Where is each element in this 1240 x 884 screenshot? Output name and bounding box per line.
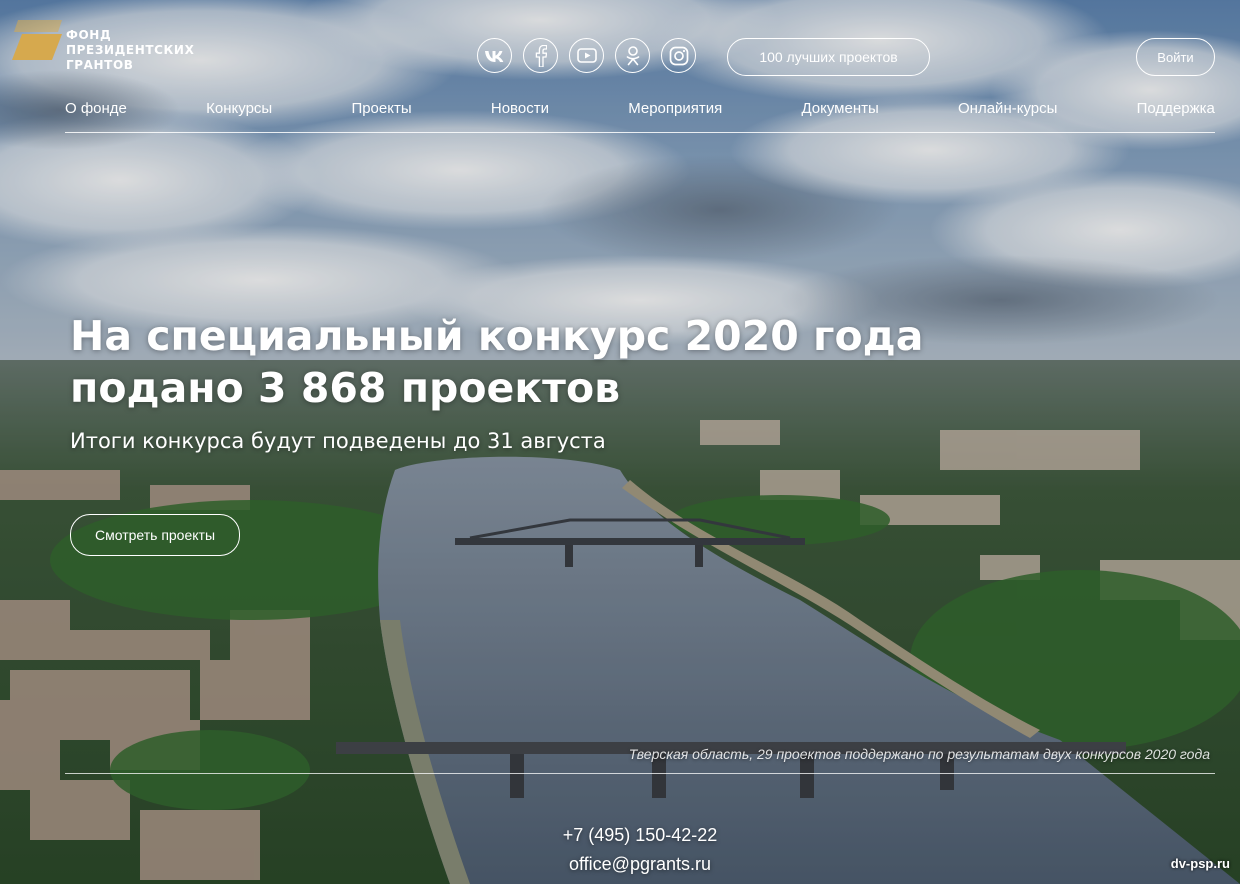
watermark: dv-psp.ru: [1170, 856, 1230, 871]
facebook-icon: [535, 44, 547, 67]
nav-item-projects[interactable]: Проекты: [351, 100, 411, 117]
nav-item-contests[interactable]: Конкурсы: [206, 100, 272, 117]
hero-subtitle: Итоги конкурса будут подведены до 31 авг…: [70, 429, 606, 453]
facebook-link[interactable]: [523, 38, 558, 73]
youtube-icon: [576, 48, 597, 63]
login-button[interactable]: Войти: [1136, 38, 1215, 76]
footer-divider: [65, 773, 1215, 774]
best-projects-button[interactable]: 100 лучших проектов: [727, 38, 930, 76]
nav-item-events[interactable]: Мероприятия: [628, 100, 722, 117]
photo-caption: Тверская область, 29 проектов поддержано…: [628, 746, 1210, 762]
nav-item-online-courses[interactable]: Онлайн-курсы: [958, 100, 1057, 117]
hero-title: На специальный конкурс 2020 года подано …: [70, 310, 930, 414]
phone-link[interactable]: +7 (495) 150-42-22: [563, 825, 718, 845]
email-link[interactable]: office@pgrants.ru: [569, 854, 711, 874]
vk-link[interactable]: [477, 38, 512, 73]
view-projects-button[interactable]: Смотреть проекты: [70, 514, 240, 556]
logo-mark-icon: [12, 20, 62, 60]
instagram-icon: [669, 46, 688, 65]
hero-title-line-2: подано 3 868 проектов: [70, 364, 621, 412]
nav-item-documents[interactable]: Документы: [801, 100, 878, 117]
logo-line-1: ФОНД: [66, 28, 112, 42]
nav-item-support[interactable]: Поддержка: [1137, 100, 1215, 117]
vk-icon: [484, 50, 503, 62]
youtube-link[interactable]: [569, 38, 604, 73]
site-logo[interactable]: ФОНД ПРЕЗИДЕНТСКИХ ГРАНТОВ: [12, 16, 194, 73]
logo-line-2: ПРЕЗИДЕНТСКИХ: [66, 43, 195, 57]
main-nav: О фонде Конкурсы Проекты Новости Меропри…: [65, 100, 1215, 117]
instagram-link[interactable]: [661, 38, 696, 73]
logo-text: ФОНД ПРЕЗИДЕНТСКИХ ГРАНТОВ: [66, 28, 194, 73]
nav-item-about[interactable]: О фонде: [65, 100, 127, 117]
social-links: [477, 38, 696, 73]
odnoklassniki-icon: [626, 45, 639, 65]
hero-title-line-1: На специальный конкурс 2020 года: [70, 312, 924, 360]
odnoklassniki-link[interactable]: [615, 38, 650, 73]
nav-divider: [65, 132, 1215, 133]
logo-line-3: ГРАНТОВ: [66, 58, 134, 72]
contacts-block: +7 (495) 150-42-22 office@pgrants.ru: [0, 821, 1240, 879]
nav-item-news[interactable]: Новости: [491, 100, 549, 117]
